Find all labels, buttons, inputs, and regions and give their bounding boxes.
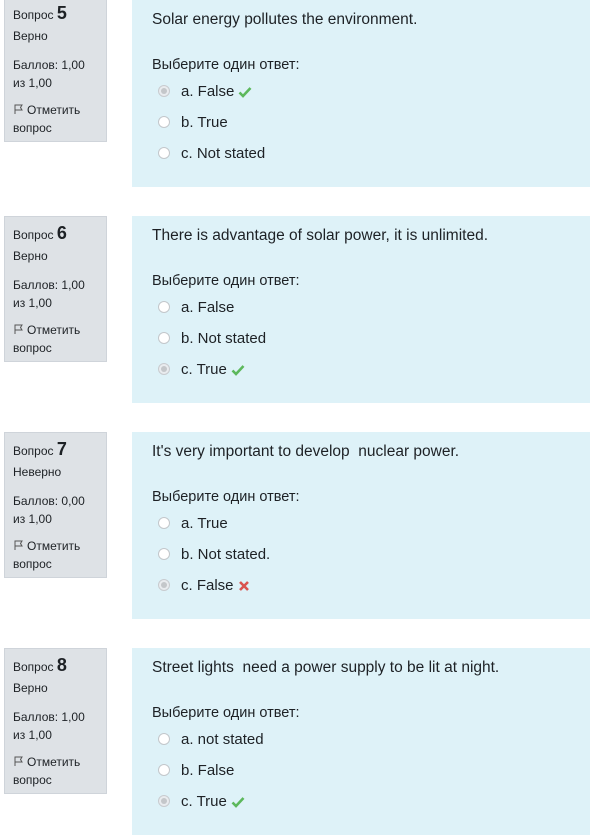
question-word: Вопрос: [13, 444, 54, 458]
question-number-value: 5: [56, 3, 67, 23]
answer-label: c. Not stated: [181, 145, 266, 162]
radio-button[interactable]: [158, 764, 170, 776]
radio-button[interactable]: [158, 579, 170, 591]
answer-prompt: Выберите один ответ:: [152, 489, 300, 505]
question-content: Street lights need a power supply to be …: [132, 648, 590, 835]
check-icon: [238, 84, 252, 104]
flag-question-link[interactable]: Отметить вопрос: [13, 537, 98, 573]
question-word: Вопрос: [13, 228, 54, 242]
question-content: There is advantage of solar power, it is…: [132, 216, 590, 403]
radio-button[interactable]: [158, 733, 170, 745]
radio-button[interactable]: [158, 85, 170, 97]
question-text: Street lights need a power supply to be …: [152, 659, 500, 676]
answer-label: c. False: [181, 577, 234, 594]
answer-prompt: Выберите один ответ:: [152, 273, 300, 289]
question-number: Вопрос 7: [13, 439, 98, 459]
answer-label: a. False: [181, 299, 235, 316]
question-state: Верно: [13, 681, 48, 695]
question-state: Верно: [13, 249, 48, 263]
question-info: Вопрос 8 Верно Баллов: 1,00 из 1,00 Отме…: [4, 648, 107, 794]
question-number-value: 6: [56, 223, 67, 243]
question-info: Вопрос 5 Верно Баллов: 1,00 из 1,00 Отме…: [4, 0, 107, 142]
question-state: Верно: [13, 29, 48, 43]
flag-icon: [13, 102, 25, 114]
question-info: Вопрос 6 Верно Баллов: 1,00 из 1,00 Отме…: [4, 216, 107, 362]
question-grade: Баллов: 1,00 из 1,00: [13, 710, 85, 742]
answer-label: c. True: [181, 793, 227, 810]
flag-question-link[interactable]: Отметить вопрос: [13, 753, 98, 789]
question-word: Вопрос: [13, 660, 54, 674]
question-grade: Баллов: 0,00 из 1,00: [13, 494, 85, 526]
question-word: Вопрос: [13, 8, 54, 22]
question-state: Неверно: [13, 465, 62, 479]
check-icon: [231, 362, 245, 382]
question-content: It's very important to develop nuclear p…: [132, 432, 590, 619]
question-number: Вопрос 8: [13, 655, 98, 675]
radio-button[interactable]: [158, 332, 170, 344]
radio-button[interactable]: [158, 363, 170, 375]
radio-button[interactable]: [158, 548, 170, 560]
answer-label: a. False: [181, 83, 235, 100]
flag-question-link[interactable]: Отметить вопрос: [13, 321, 98, 357]
radio-button[interactable]: [158, 116, 170, 128]
cross-icon: [238, 578, 250, 598]
question-number: Вопрос 5: [13, 3, 98, 23]
answer-label: b. Not stated: [181, 330, 267, 347]
question-number-value: 8: [56, 655, 67, 675]
flag-icon: [13, 538, 25, 550]
radio-button[interactable]: [158, 147, 170, 159]
question-number-value: 7: [56, 439, 67, 459]
radio-button[interactable]: [158, 301, 170, 313]
question-number: Вопрос 6: [13, 223, 98, 243]
question-grade: Баллов: 1,00 из 1,00: [13, 278, 85, 310]
radio-button[interactable]: [158, 517, 170, 529]
flag-question-link[interactable]: Отметить вопрос: [13, 101, 98, 137]
flag-icon: [13, 322, 25, 334]
answer-label: b. Not stated.: [181, 546, 271, 563]
answer-label: a. True: [181, 515, 228, 532]
answer-prompt: Выберите один ответ:: [152, 57, 300, 73]
answer-label: a. not stated: [181, 731, 264, 748]
question-text: There is advantage of solar power, it is…: [152, 227, 489, 244]
answer-label: c. True: [181, 361, 227, 378]
flag-icon: [13, 754, 25, 766]
question-info: Вопрос 7 Неверно Баллов: 0,00 из 1,00 От…: [4, 432, 107, 578]
check-icon: [231, 794, 245, 814]
question-grade: Баллов: 1,00 из 1,00: [13, 58, 85, 90]
answer-prompt: Выберите один ответ:: [152, 705, 300, 721]
radio-button[interactable]: [158, 795, 170, 807]
answer-label: b. False: [181, 762, 235, 779]
question-text: Solar energy pollutes the environment.: [152, 11, 418, 28]
answer-label: b. True: [181, 114, 228, 131]
question-text: It's very important to develop nuclear p…: [152, 443, 460, 460]
question-content: Solar energy pollutes the environment. В…: [132, 0, 590, 187]
